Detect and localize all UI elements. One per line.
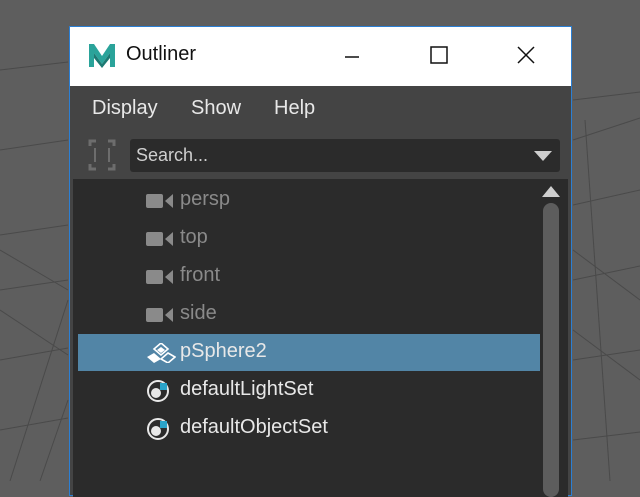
- list-item-side[interactable]: side: [78, 296, 540, 333]
- camera-icon: [146, 194, 173, 208]
- list-item-label: defaultLightSet: [180, 378, 314, 400]
- window-title: Outliner: [126, 43, 197, 65]
- minimize-icon: [345, 56, 359, 58]
- camera-icon: [146, 232, 173, 246]
- maximize-icon: [430, 46, 448, 64]
- search-field: [130, 139, 560, 172]
- filter-toggle-icon[interactable]: [86, 137, 118, 173]
- list-item-persp[interactable]: persp: [78, 182, 540, 219]
- set-icon: [147, 380, 169, 402]
- list-item-defaultobjectset[interactable]: defaultObjectSet: [78, 410, 540, 447]
- camera-icon: [146, 308, 173, 322]
- set-icon: [147, 418, 169, 440]
- list-item-label: defaultObjectSet: [180, 416, 328, 438]
- scrollbar-thumb[interactable]: [543, 203, 559, 497]
- outliner-window: Outliner Display Show Help Search... per…: [69, 26, 572, 497]
- maximize-button[interactable]: [396, 27, 484, 86]
- camera-icon: [146, 270, 173, 284]
- list-item-defaultlightset[interactable]: defaultLightSet: [78, 372, 540, 409]
- close-icon: [517, 46, 535, 64]
- chevron-down-icon[interactable]: [534, 151, 552, 161]
- list-item-front[interactable]: front: [78, 258, 540, 295]
- list-item-label: front: [180, 264, 221, 286]
- menu-bar: Display Show Help: [73, 89, 568, 129]
- list-item-label: persp: [180, 188, 231, 210]
- list-item-psphere2[interactable]: pSphere2: [78, 334, 540, 371]
- scroll-up-arrow-icon[interactable]: [542, 185, 560, 197]
- list-item-label: pSphere2: [180, 340, 267, 362]
- transform-icon: [147, 343, 176, 363]
- menu-show[interactable]: Show: [191, 97, 241, 120]
- list-item-top[interactable]: top: [78, 220, 540, 257]
- list-item-label: top: [180, 226, 208, 248]
- menu-help[interactable]: Help: [274, 97, 315, 120]
- outliner-list: persp top front side pSphere2 defaultLig…: [73, 179, 568, 497]
- maya-logo-icon: [89, 44, 115, 68]
- search-input[interactable]: [130, 139, 526, 172]
- menu-display[interactable]: Display: [92, 97, 158, 120]
- list-item-label: side: [180, 302, 217, 324]
- minimize-button[interactable]: [308, 27, 396, 86]
- close-button[interactable]: [483, 27, 571, 86]
- title-bar[interactable]: Outliner: [70, 27, 571, 86]
- outliner-panel: Display Show Help Search... persp top fr…: [73, 89, 568, 497]
